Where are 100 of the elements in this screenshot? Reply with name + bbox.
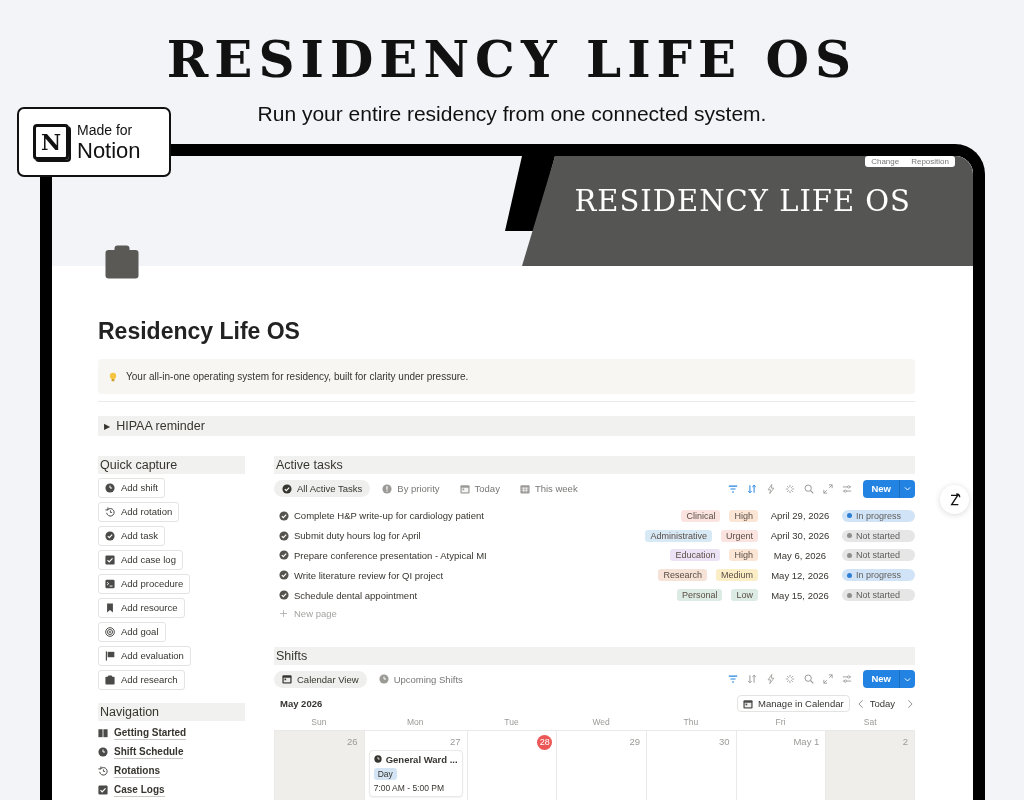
task-name[interactable]: Submit duty hours log for April	[294, 530, 421, 542]
day-number: May 1	[792, 735, 821, 749]
task-name[interactable]: Write literature review for QI project	[294, 569, 444, 581]
clock-icon	[378, 674, 389, 685]
book-icon	[98, 728, 108, 738]
quick-capture-button[interactable]: Add shift	[98, 478, 165, 498]
calendar-day[interactable]: 27 General Ward ... Day 7:00 AM - 5:00 PM	[363, 730, 467, 800]
category-tag: Personal	[676, 589, 723, 602]
weekday-label: Sat	[862, 716, 878, 729]
history-icon	[98, 766, 108, 776]
clipboard-icon	[104, 244, 140, 280]
today-button[interactable]: Today	[865, 698, 899, 710]
section-heading: Quick capture	[98, 456, 245, 474]
next-button[interactable]	[905, 699, 915, 709]
plus-icon	[279, 609, 288, 618]
section-heading: Active tasks	[274, 456, 915, 474]
triangle-icon: ▶	[104, 421, 111, 431]
nav-link[interactable]: Rotations	[114, 764, 161, 778]
info-icon	[382, 483, 393, 494]
search-icon	[804, 674, 815, 685]
status-pill: Not started	[842, 529, 915, 542]
task-name[interactable]: Schedule dental appointment	[294, 589, 418, 601]
weekday-label: Thu	[682, 716, 700, 729]
day-number: 2	[901, 735, 909, 749]
quick-capture-button[interactable]: Add goal	[98, 622, 166, 642]
quick-capture-button[interactable]: Add evaluation	[98, 646, 191, 666]
quick-capture-button[interactable]: Add rotation	[98, 502, 180, 522]
view-tab[interactable]: Calendar View	[274, 671, 367, 688]
clock-icon	[105, 482, 115, 493]
previous-button[interactable]	[855, 699, 866, 709]
cover-button[interactable]: Change	[865, 156, 906, 167]
chevron-down-icon	[903, 484, 912, 493]
quick-capture-button[interactable]: Add research	[98, 670, 185, 690]
priority-tag: Low	[731, 589, 758, 602]
status-pill: In progress	[842, 569, 915, 582]
event-title: General Ward ...	[385, 754, 458, 765]
search-icon	[804, 483, 815, 494]
task-name[interactable]: Complete H&P write-up for cardiology patient	[294, 510, 484, 522]
quick-capture-button[interactable]: Add case log	[98, 550, 183, 570]
status-pill: In progress	[842, 509, 915, 522]
shift-type-tag: Day	[373, 768, 397, 780]
quick-capture-button[interactable]: Add resource	[98, 598, 185, 618]
badge-caption: Made for	[77, 122, 134, 137]
quick-capture-button[interactable]: Add task	[98, 526, 165, 546]
check-circle-icon	[105, 530, 115, 541]
manage-calendar-button[interactable]: Manage in Calendar	[737, 695, 850, 713]
check-circle-icon	[282, 483, 292, 494]
due-date: May 6, 2026	[772, 550, 828, 561]
priority-tag: High	[729, 509, 758, 522]
lightbulb-icon	[108, 371, 118, 382]
toggle-heading[interactable]: ▶ HIPAA reminder	[98, 416, 915, 436]
category-tag: Research	[658, 569, 707, 582]
history-icon	[105, 506, 115, 517]
new-button[interactable]: New	[863, 479, 915, 498]
weekday-label: Mon	[405, 716, 425, 729]
due-date: April 29, 2026	[769, 510, 831, 522]
weekday-label: Tue	[503, 716, 520, 729]
day-number: 26	[346, 735, 359, 749]
sort-icon	[747, 674, 758, 685]
nav-link[interactable]: Getting Started	[114, 726, 187, 740]
calendar-icon	[459, 483, 470, 494]
category-tag: Education	[670, 549, 721, 562]
tagline: Run your entire residency from one connected system.	[256, 102, 768, 126]
view-tab[interactable]: Upcoming Shifts	[370, 671, 471, 688]
weekday-label: Sun	[310, 716, 328, 729]
terminal-icon	[105, 578, 115, 589]
cover-title: RESIDENCY LIFE OS	[574, 184, 911, 218]
sliders-icon	[842, 674, 853, 685]
nav-link[interactable]: Case Logs	[114, 783, 165, 797]
sparkle-icon	[785, 674, 796, 685]
new-button[interactable]: New	[863, 670, 915, 689]
sort-icon	[747, 483, 758, 494]
nav-link[interactable]: Shift Schedule	[114, 745, 184, 759]
view-tab[interactable]: This week	[511, 480, 586, 497]
expand-icon	[823, 674, 834, 685]
check-circle-icon	[279, 570, 289, 581]
view-tab[interactable]: By priority	[374, 480, 448, 497]
day-number: 28	[537, 735, 553, 750]
day-number: 30	[718, 735, 731, 749]
category-tag: Administrative	[645, 529, 712, 542]
quick-capture-button[interactable]: Add procedure	[98, 574, 191, 594]
check-circle-icon	[279, 550, 289, 561]
filter-icon	[728, 674, 739, 685]
shift-event-card[interactable]: General Ward ... Day 7:00 AM - 5:00 PM	[368, 750, 463, 797]
due-date: May 12, 2026	[770, 569, 830, 581]
priority-tag: Urgent	[721, 529, 758, 542]
sparkle-icon	[785, 483, 796, 494]
weekday-label: Wed	[591, 716, 611, 729]
badge-title: Notion	[77, 139, 141, 162]
priority-tag: Medium	[716, 569, 758, 582]
bolt-icon	[766, 483, 777, 494]
clipboard-icon	[105, 674, 115, 685]
month-label: May 2026	[280, 698, 324, 710]
callout-text: Your all-in-one operating system for residency, built for clarity under pressure.	[126, 371, 469, 382]
view-tab[interactable]: Today	[451, 480, 508, 497]
task-name[interactable]: Prepare conference presentation - Atypical MI	[294, 550, 487, 561]
view-tab[interactable]: All Active Tasks	[274, 480, 371, 497]
section-heading: Shifts	[274, 647, 915, 665]
headline: RESIDENCY LIFE OS	[165, 30, 859, 90]
cover-button[interactable]: Reposition	[905, 156, 955, 167]
